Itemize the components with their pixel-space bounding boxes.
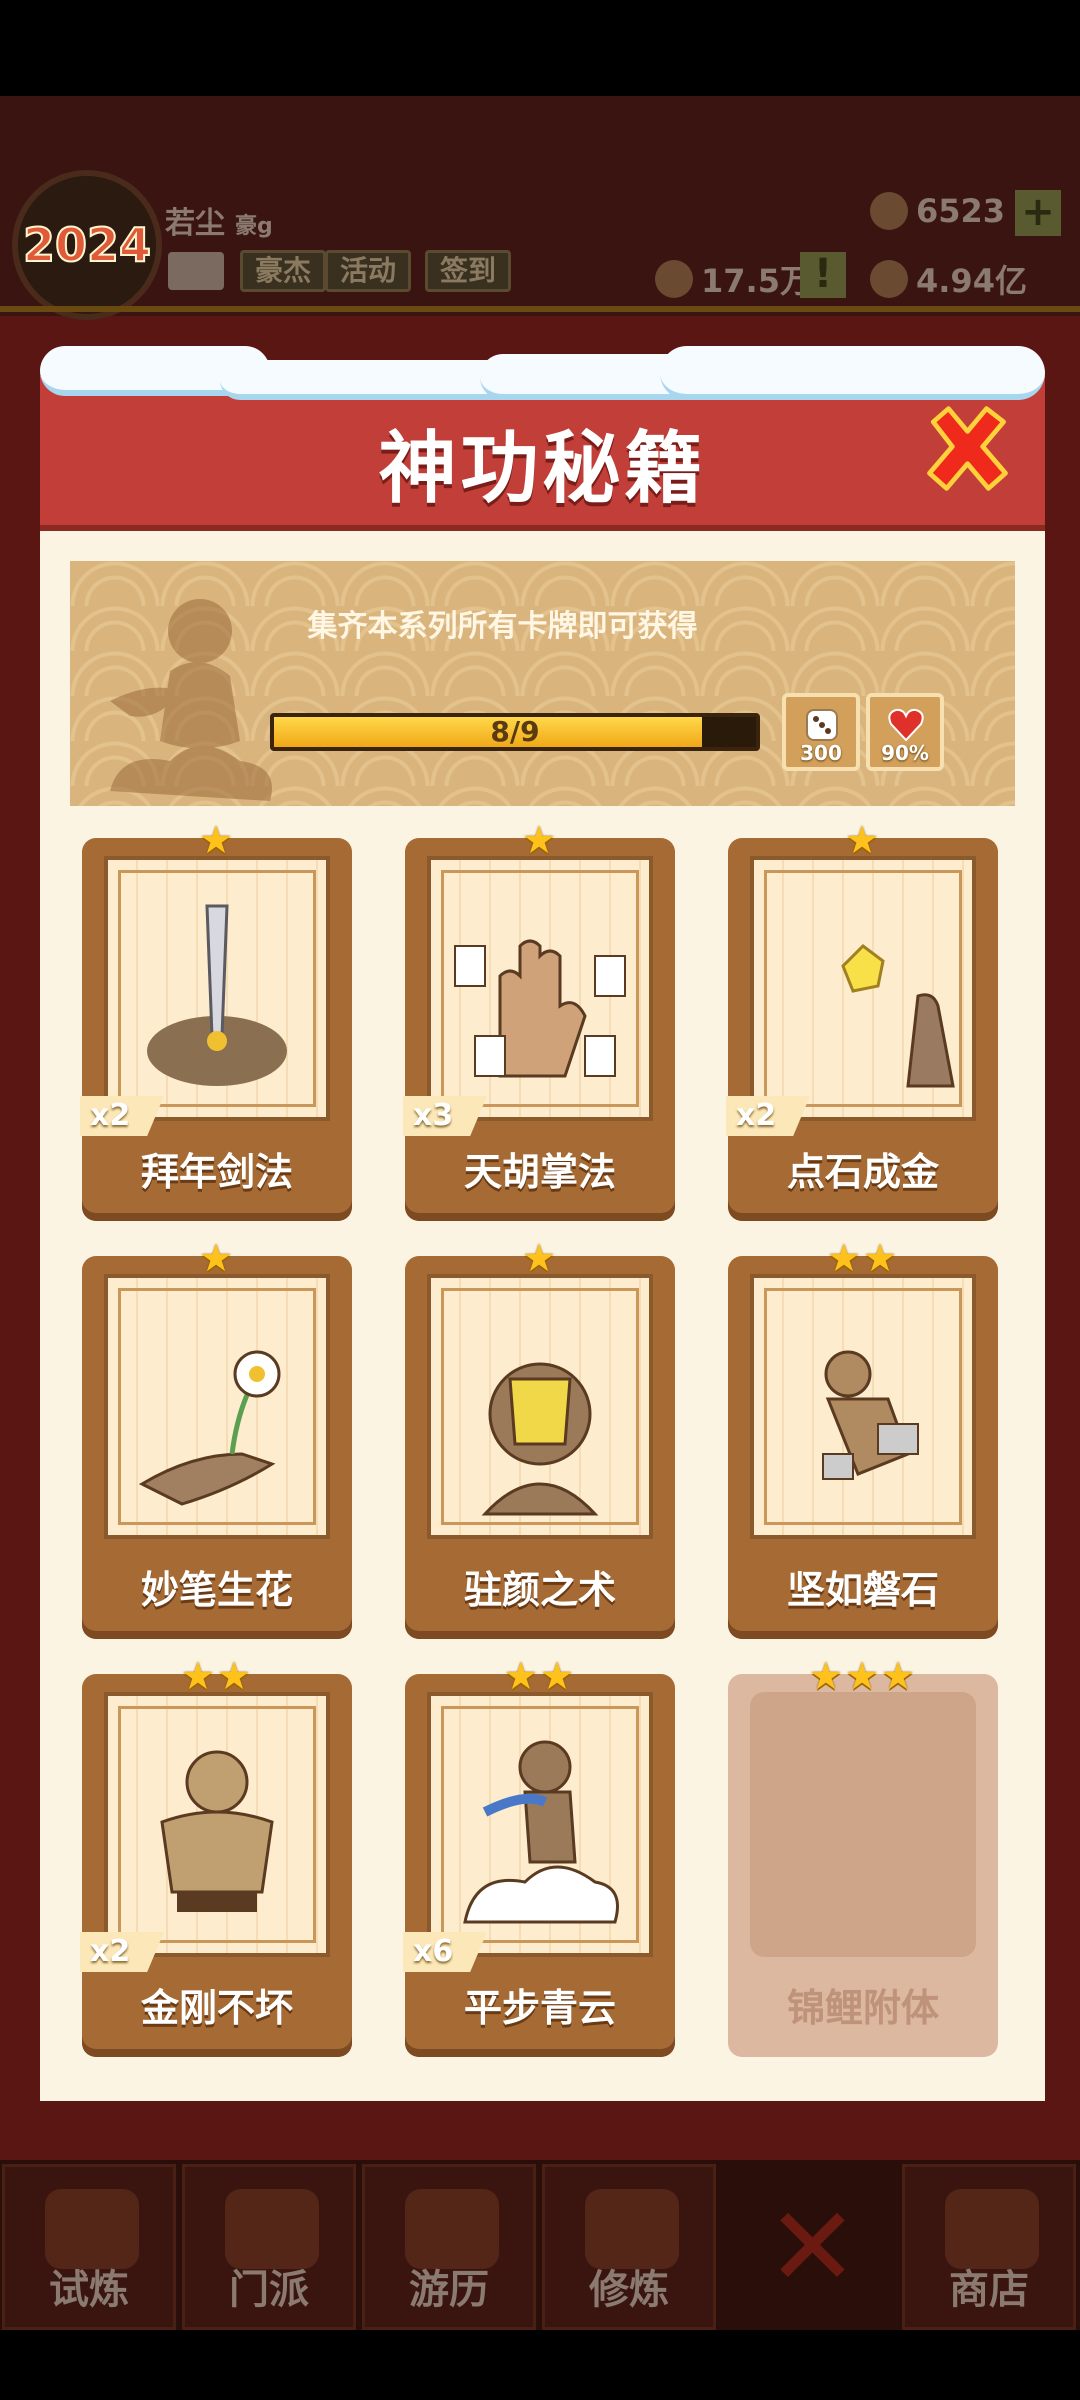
card-name: 驻颜之术 bbox=[463, 1568, 616, 1612]
golden-stone-icon bbox=[841, 944, 955, 1088]
star-rating: ★★ bbox=[180, 1654, 254, 1698]
bottom-strip bbox=[0, 2330, 1080, 2400]
card-paper bbox=[750, 1692, 976, 1957]
star-rating: ★ bbox=[521, 818, 559, 862]
card-item[interactable]: ★ x2 点石成金 bbox=[726, 818, 998, 1221]
card-name: 平步青云 bbox=[463, 1986, 616, 2030]
add-gems-button[interactable]: + bbox=[1015, 190, 1061, 236]
power-counter: 17.5万 bbox=[655, 256, 812, 302]
card-name: 点石成金 bbox=[786, 1150, 939, 1194]
card-item[interactable]: ★★ x2 金刚不坏 bbox=[80, 1654, 352, 2057]
tag-activity[interactable]: 活动 bbox=[325, 250, 412, 292]
collection-banner: 集齐本系列所有卡牌即可获得 8/9 300 90% bbox=[70, 561, 1015, 806]
star-rating: ★★ bbox=[503, 1654, 577, 1698]
gem-icon bbox=[870, 192, 908, 230]
face-mask-icon bbox=[481, 1362, 599, 1516]
tag-hero[interactable]: 豪杰 bbox=[240, 250, 327, 292]
nav-shop[interactable]: 商店 bbox=[902, 2164, 1076, 2330]
coin-counter: 4.94亿 bbox=[870, 256, 1027, 302]
star-rating: ★ bbox=[844, 818, 882, 862]
card-item[interactable]: ★ x3 天胡掌法 bbox=[403, 818, 675, 1221]
palm-mahjong-icon bbox=[454, 939, 626, 1078]
card-item[interactable]: ★ 驻颜之术 bbox=[405, 1236, 675, 1639]
star-rating: ★★ bbox=[826, 1236, 900, 1280]
nav-close-icon[interactable]: ✕ bbox=[765, 2192, 860, 2302]
star-rating: ★★★ bbox=[808, 1654, 918, 1698]
snow-decoration bbox=[660, 346, 1045, 400]
muscle-man-icon bbox=[160, 1750, 274, 1912]
close-icon bbox=[927, 406, 1008, 491]
status-bar bbox=[0, 0, 1080, 96]
collection-hint: 集齐本系列所有卡牌即可获得 bbox=[307, 609, 698, 644]
card-item[interactable]: ★ 妙笔生花 bbox=[82, 1236, 352, 1639]
nav-cultivate[interactable]: 修炼 bbox=[542, 2164, 716, 2330]
card-item[interactable]: ★★ x6 平步青云 bbox=[403, 1654, 675, 2057]
card-name: 金刚不坏 bbox=[140, 1986, 293, 2030]
star-rating: ★ bbox=[198, 818, 236, 862]
nav-trial[interactable]: 试炼 bbox=[2, 2164, 176, 2330]
sword-icon bbox=[147, 904, 287, 1086]
tag-signin[interactable]: 签到 bbox=[425, 250, 512, 292]
collection-progress-bar: 8/9 bbox=[270, 713, 760, 751]
card-name: 锦鲤附体 bbox=[786, 1986, 939, 2030]
card-name: 妙笔生花 bbox=[140, 1568, 293, 1612]
card-name: 坚如磐石 bbox=[786, 1568, 939, 1612]
card-item[interactable]: ★★★ 锦鲤附体 bbox=[728, 1654, 998, 2057]
power-icon bbox=[655, 260, 693, 298]
stone-body-icon bbox=[822, 1350, 919, 1480]
card-item[interactable]: ★★ 坚如磐石 bbox=[728, 1236, 998, 1639]
cloud-rider-icon bbox=[463, 1740, 619, 1924]
star-rating: ★ bbox=[521, 1236, 559, 1280]
nav-sect[interactable]: 门派 bbox=[182, 2164, 356, 2330]
hud-divider bbox=[0, 306, 1080, 312]
star-rating: ★ bbox=[198, 1236, 236, 1280]
card-item[interactable]: ★ x2 拜年剑法 bbox=[80, 818, 352, 1221]
dice-icon bbox=[806, 709, 838, 741]
card-name: 天胡掌法 bbox=[463, 1150, 616, 1194]
player-name: 若尘 豪g bbox=[165, 206, 273, 241]
close-button[interactable] bbox=[920, 401, 1015, 496]
coin-icon bbox=[870, 260, 908, 298]
power-info-button[interactable]: ! bbox=[800, 252, 846, 298]
reward-dice[interactable]: 300 bbox=[782, 693, 860, 771]
modal-title: 神功秘籍 bbox=[378, 424, 707, 514]
flower-hand-icon bbox=[138, 1350, 281, 1506]
heart-icon bbox=[888, 708, 924, 742]
year-badge-avatar[interactable]: 2024 bbox=[12, 170, 162, 320]
card-collection-modal: 神功秘籍 集齐本系列所有卡牌即可获得 8/9 300 90% ★ x2 拜年剑法… bbox=[40, 346, 1045, 2101]
progress-text: 8/9 bbox=[490, 715, 540, 748]
reward-heart[interactable]: 90% bbox=[866, 693, 944, 771]
mail-icon[interactable] bbox=[168, 252, 224, 290]
nav-travel[interactable]: 游历 bbox=[362, 2164, 536, 2330]
card-name: 拜年剑法 bbox=[140, 1150, 293, 1194]
gem-counter: 6523 bbox=[870, 192, 1005, 230]
